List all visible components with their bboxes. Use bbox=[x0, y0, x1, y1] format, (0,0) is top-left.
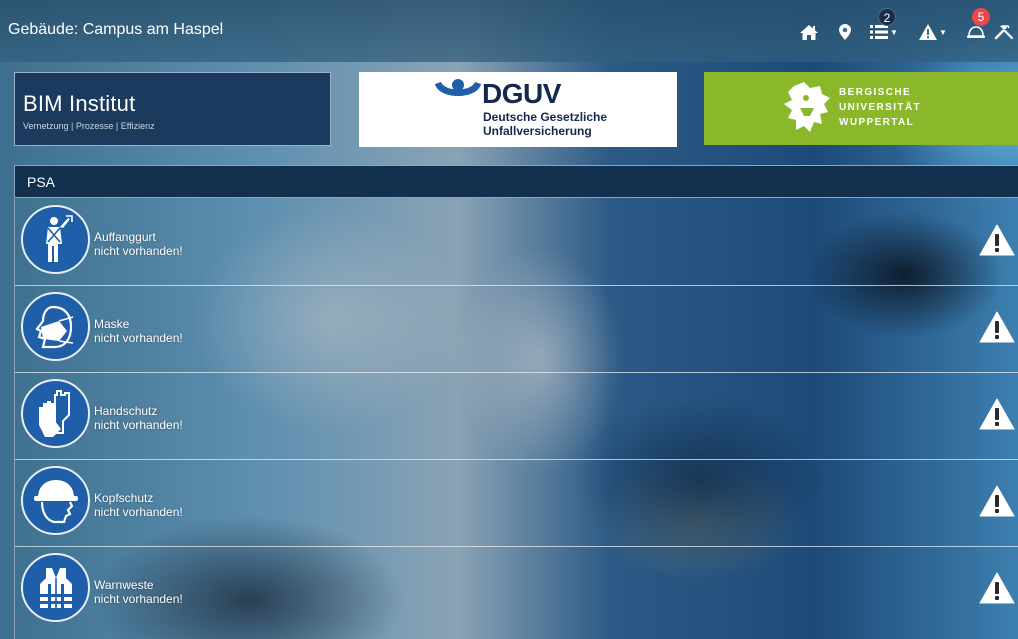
psa-item-text: Warnweste nicht vorhanden! bbox=[94, 578, 183, 606]
psa-item-text: Maske nicht vorhanden! bbox=[94, 317, 183, 345]
helmet-icon bbox=[967, 26, 985, 38]
top-bar-icons: ▼ 2 ▼ 5 bbox=[788, 8, 1018, 52]
hardhat-icon bbox=[21, 466, 90, 535]
psa-item-text: Auffanggurt nicht vorhanden! bbox=[94, 230, 183, 258]
psa-item-handschutz[interactable]: Handschutz nicht vorhanden! bbox=[15, 373, 1018, 460]
psa-item-name: Maske bbox=[94, 317, 130, 331]
dguv-name: DGUV bbox=[482, 78, 561, 109]
harness-icon bbox=[21, 205, 90, 274]
bim-subtitle: Vernetzung | Prozesse | Effizienz bbox=[23, 121, 155, 131]
buw-line3: WUPPERTAL bbox=[839, 117, 915, 128]
psa-item-warnweste[interactable]: Warnweste nicht vorhanden! bbox=[15, 547, 1018, 634]
bim-institut-logo[interactable]: BIM Institut Vernetzung | Prozesse | Eff… bbox=[14, 72, 331, 146]
dguv-subtitle-line2: Unfallversicherung bbox=[483, 124, 592, 138]
psa-item-name: Warnweste bbox=[94, 578, 154, 592]
psa-item-name: Kopfschutz bbox=[94, 491, 154, 505]
psa-item-text: Kopfschutz nicht vorhanden! bbox=[94, 491, 183, 519]
dguv-emblem-icon bbox=[435, 79, 481, 96]
warning-icon bbox=[979, 572, 1015, 604]
buw-logo[interactable]: BERGISCHE UNIVERSITÄT WUPPERTAL bbox=[704, 72, 1018, 145]
warnings-button[interactable]: ▼ bbox=[908, 12, 958, 52]
map-marker-icon bbox=[839, 24, 851, 40]
warning-icon bbox=[979, 398, 1015, 430]
buw-line2: UNIVERSITÄT bbox=[839, 102, 922, 113]
warning-icon bbox=[979, 311, 1015, 343]
tools-button[interactable] bbox=[994, 12, 1018, 52]
building-title: Gebäude: Campus am Haspel bbox=[8, 21, 224, 38]
psa-item-status: nicht vorhanden! bbox=[94, 331, 183, 345]
psa-item-status: nicht vorhanden! bbox=[94, 418, 183, 432]
dguv-logo[interactable]: DGUV Deutsche Gesetzliche Unfallversiche… bbox=[359, 72, 677, 147]
mask-icon bbox=[21, 292, 90, 361]
buw-name: BERGISCHE UNIVERSITÄT WUPPERTAL bbox=[839, 85, 921, 130]
home-icon bbox=[800, 24, 818, 40]
psa-panel-title: PSA bbox=[14, 165, 1018, 198]
psa-item-status: nicht vorhanden! bbox=[94, 505, 183, 519]
psa-item-status: nicht vorhanden! bbox=[94, 592, 183, 606]
warning-icon bbox=[979, 224, 1015, 256]
psa-item-name: Handschutz bbox=[94, 404, 158, 418]
chevron-down-icon: ▼ bbox=[939, 27, 947, 37]
list-count-badge: 2 bbox=[878, 8, 896, 26]
psa-item-kopfschutz[interactable]: Kopfschutz nicht vorhanden! bbox=[15, 460, 1018, 547]
gloves-icon bbox=[21, 379, 90, 448]
psa-item-text: Handschutz nicht vorhanden! bbox=[94, 404, 183, 432]
psa-item-name: Auffanggurt bbox=[94, 230, 156, 244]
warning-icon bbox=[919, 24, 938, 40]
list-icon bbox=[870, 25, 889, 39]
chevron-down-icon: ▼ bbox=[890, 27, 898, 37]
dguv-subtitle-line1: Deutsche Gesetzliche bbox=[483, 110, 608, 124]
psa-item-maske[interactable]: Maske nicht vorhanden! bbox=[15, 286, 1018, 373]
home-button[interactable] bbox=[788, 12, 830, 52]
psa-list: Auffanggurt nicht vorhanden! Maske nicht… bbox=[14, 199, 1018, 639]
tools-icon bbox=[994, 25, 1014, 40]
psa-count-badge: 5 bbox=[972, 8, 990, 26]
vest-icon bbox=[21, 553, 90, 622]
warning-icon bbox=[979, 485, 1015, 517]
location-button[interactable] bbox=[830, 12, 860, 52]
list-menu-button[interactable]: ▼ 2 bbox=[860, 8, 908, 52]
psa-item-status: nicht vorhanden! bbox=[94, 244, 183, 258]
bim-title: BIM Institut bbox=[23, 91, 136, 116]
psa-item-auffanggurt[interactable]: Auffanggurt nicht vorhanden! bbox=[15, 199, 1018, 286]
lion-emblem-icon bbox=[784, 82, 830, 132]
psa-button[interactable]: 5 bbox=[958, 8, 994, 52]
buw-line1: BERGISCHE bbox=[839, 87, 912, 98]
